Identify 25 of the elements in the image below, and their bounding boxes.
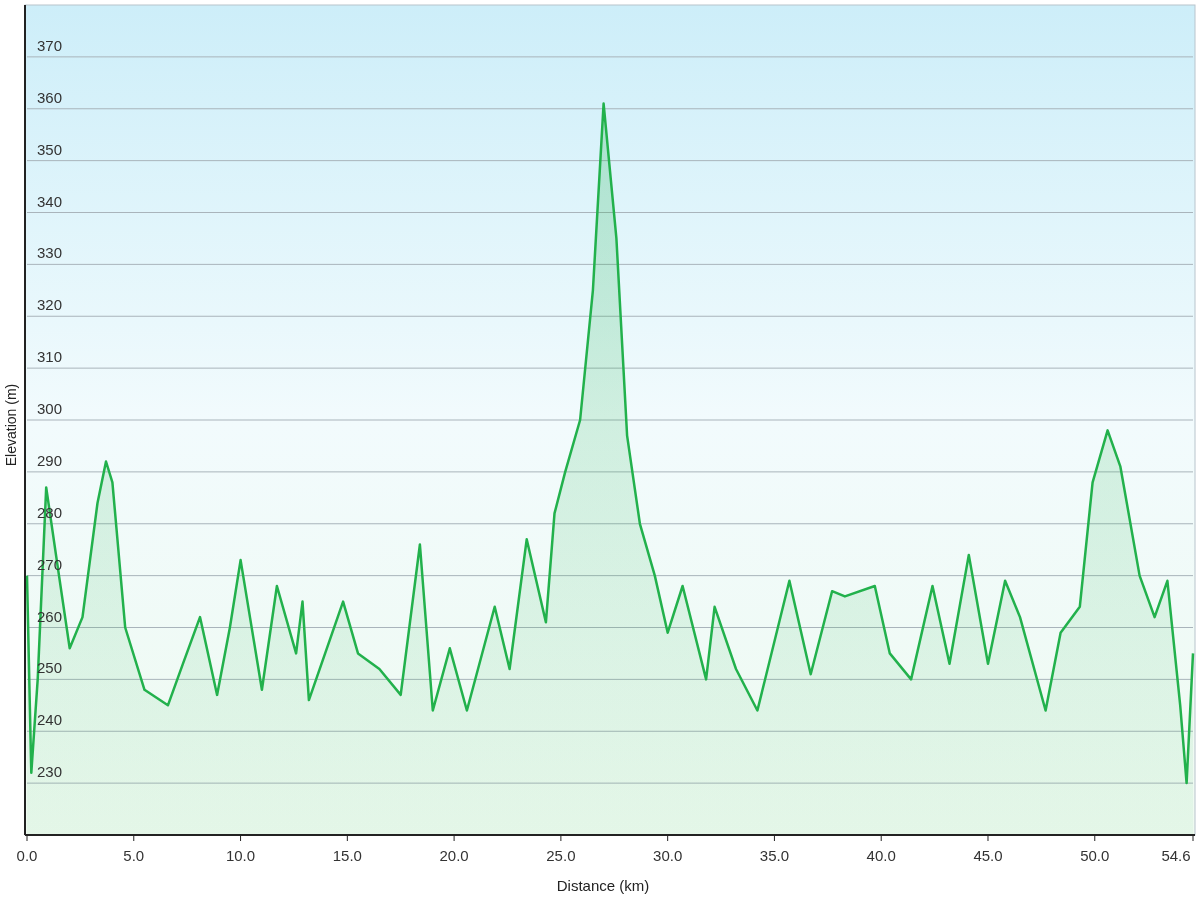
- x-tick-label: 0.0: [16, 847, 38, 864]
- y-tick-label: 320: [37, 296, 63, 314]
- x-tick-label: 30.0: [653, 847, 683, 864]
- y-tick-label: 300: [37, 400, 63, 417]
- x-tick-label: 40.0: [866, 847, 896, 864]
- x-tick-label: 54.6: [1161, 847, 1191, 864]
- x-tick-label: 45.0: [973, 847, 1003, 864]
- x-tick-label: 25.0: [546, 847, 576, 864]
- x-axis-title: Distance (km): [556, 877, 650, 894]
- y-tick-label: 230: [37, 763, 63, 781]
- x-tick-label: 35.0: [759, 847, 790, 864]
- y-tick-label: 290: [37, 451, 63, 469]
- x-tick-label: 20.0: [439, 847, 469, 864]
- x-tick-label: 10.0: [225, 847, 256, 864]
- y-tick-label: 330: [37, 244, 63, 262]
- x-tick-label: 15.0: [332, 847, 362, 864]
- y-tick-label: 360: [37, 88, 63, 106]
- x-tick-label: 50.0: [1080, 847, 1110, 864]
- y-tick-label: 350: [37, 140, 63, 158]
- y-axis-title: Elevation (m): [3, 383, 19, 467]
- y-tick-label: 370: [37, 36, 63, 54]
- x-tick-label: 5.0: [123, 847, 145, 864]
- y-tick-label: 310: [37, 348, 63, 366]
- y-tick-label: 240: [37, 711, 63, 729]
- y-tick-label: 340: [37, 192, 63, 210]
